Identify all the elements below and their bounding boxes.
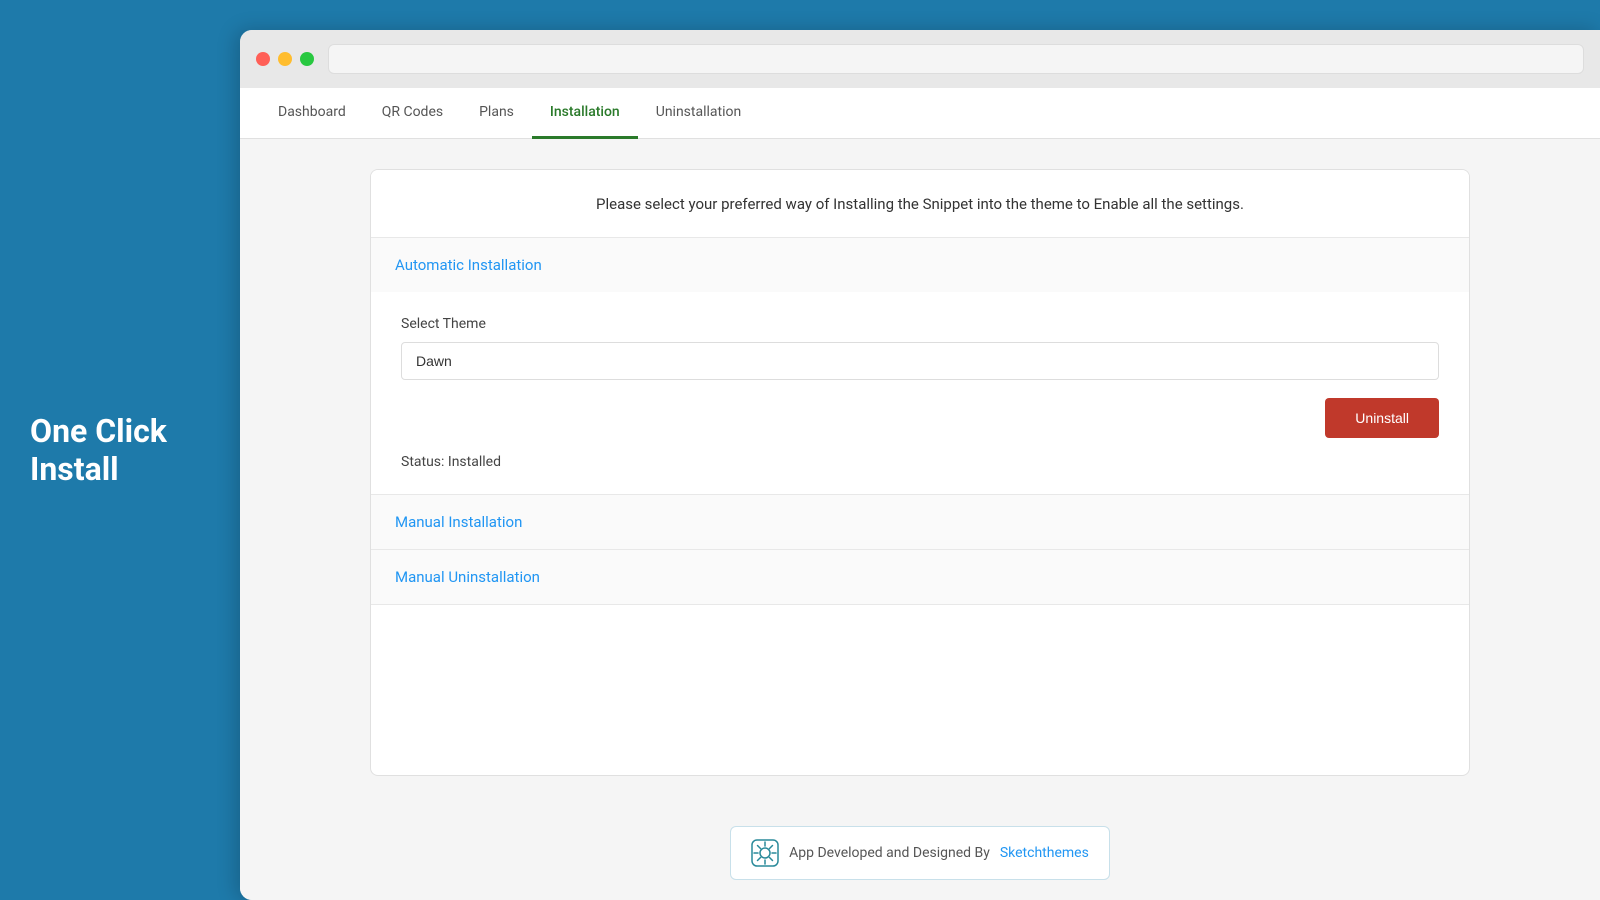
sidebar-title: One Click Install	[30, 412, 167, 489]
footer-link[interactable]: Sketchthemes	[1000, 845, 1089, 861]
accordion-automatic-header[interactable]: Automatic Installation	[371, 238, 1469, 292]
footer-badge: App Developed and Designed By Sketchthem…	[730, 826, 1110, 880]
accordion-manual: Manual Installation	[371, 495, 1469, 550]
browser-chrome	[240, 30, 1600, 88]
theme-select[interactable]: Dawn	[401, 342, 1439, 380]
url-bar[interactable]	[328, 44, 1584, 74]
card-header-text: Please select your preferred way of Inst…	[596, 195, 1244, 213]
accordion-manual-uninstall-header[interactable]: Manual Uninstallation	[371, 550, 1469, 604]
automatic-installation-link[interactable]: Automatic Installation	[395, 256, 542, 274]
page-content: Please select your preferred way of Inst…	[240, 139, 1600, 806]
manual-installation-link[interactable]: Manual Installation	[395, 513, 522, 531]
accordion-manual-header[interactable]: Manual Installation	[371, 495, 1469, 549]
accordion-manual-uninstall: Manual Uninstallation	[371, 550, 1469, 605]
sketchthemes-icon	[751, 839, 779, 867]
browser-window: Dashboard QR Codes Plans Installation Un…	[240, 30, 1600, 900]
window-close-button[interactable]	[256, 52, 270, 66]
uninstall-button[interactable]: Uninstall	[1325, 398, 1439, 438]
nav-tabs: Dashboard QR Codes Plans Installation Un…	[240, 88, 1600, 139]
window-maximize-button[interactable]	[300, 52, 314, 66]
footer-text: App Developed and Designed By	[789, 845, 990, 861]
tab-installation[interactable]: Installation	[532, 88, 638, 139]
action-row: Uninstall	[401, 398, 1439, 438]
window-buttons	[256, 52, 314, 66]
tab-dashboard[interactable]: Dashboard	[260, 88, 364, 139]
card-header: Please select your preferred way of Inst…	[371, 170, 1469, 238]
tab-plans[interactable]: Plans	[461, 88, 532, 139]
manual-uninstallation-link[interactable]: Manual Uninstallation	[395, 568, 540, 586]
sidebar: One Click Install	[0, 0, 240, 900]
tab-qr-codes[interactable]: QR Codes	[364, 88, 461, 139]
accordion-automatic-body: Select Theme Dawn Uninstall Status: Inst…	[371, 292, 1469, 494]
footer-area: App Developed and Designed By Sketchthem…	[240, 806, 1600, 900]
tab-uninstallation[interactable]: Uninstallation	[638, 88, 760, 139]
content-card: Please select your preferred way of Inst…	[370, 169, 1470, 776]
accordion-automatic: Automatic Installation Select Theme Dawn…	[371, 238, 1469, 495]
status-text: Status: Installed	[401, 454, 1439, 470]
window-minimize-button[interactable]	[278, 52, 292, 66]
select-theme-label: Select Theme	[401, 316, 1439, 332]
